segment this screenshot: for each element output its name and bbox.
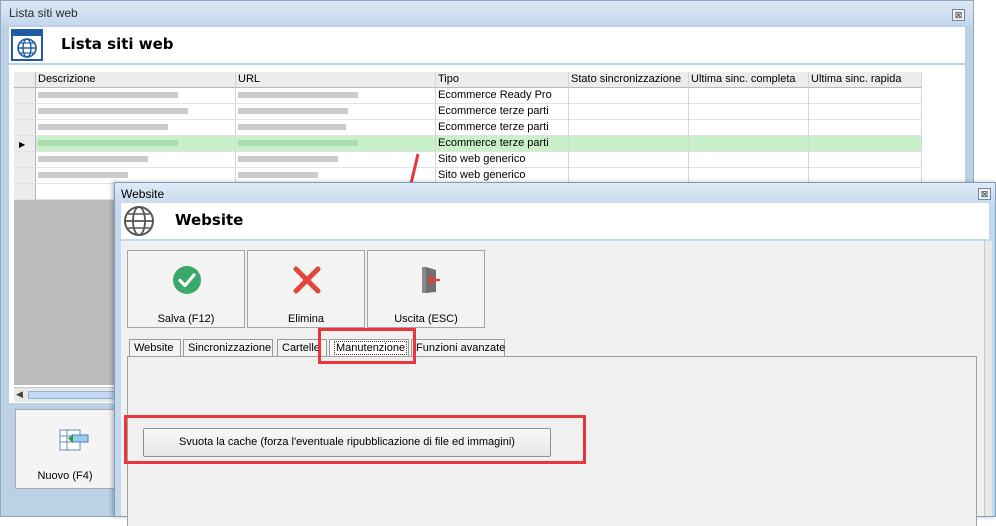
website-title: Website (175, 211, 244, 229)
exit-button-label: Uscita (ESC) (394, 313, 458, 325)
table-row-selected[interactable]: ▶ Ecommerce terze parti (14, 136, 922, 152)
website-dialog: Website ⊠ Website Salva (F12) Elimina Us… (114, 182, 996, 526)
scrollbar-thumb[interactable] (28, 391, 120, 399)
col-ultima-sinc-completa[interactable]: Ultima sinc. completa (689, 72, 809, 88)
globe-icon (124, 206, 154, 236)
row-tipo: Ecommerce terze parti (436, 104, 569, 120)
scroll-left-icon[interactable]: ◀ (16, 389, 23, 400)
website-window-title: Website (121, 187, 165, 201)
col-tipo[interactable]: Tipo (436, 72, 569, 88)
site-list-window-title: Lista siti web (9, 6, 78, 20)
current-row-icon: ▶ (19, 140, 26, 149)
row-tipo: Ecommerce terze parti (436, 120, 569, 136)
col-url[interactable]: URL (236, 72, 436, 88)
tab-sincronizzazione[interactable]: Sincronizzazione (183, 339, 273, 357)
exit-door-icon (422, 267, 440, 293)
row-tipo: Ecommerce terze parti (436, 136, 569, 152)
table-row[interactable]: Ecommerce Ready Pro (14, 88, 922, 104)
col-stato-sincronizzazione[interactable]: Stato sincronizzazione (569, 72, 689, 88)
new-button-label: Nuovo (F4) (37, 470, 93, 482)
row-tipo: Sito web generico (436, 152, 569, 168)
grid-header-row: Descrizione URL Tipo Stato sincronizzazi… (14, 72, 922, 88)
row-tipo: Ecommerce Ready Pro (436, 88, 569, 104)
save-button[interactable]: Salva (F12) (127, 250, 245, 328)
tab-website[interactable]: Website (129, 339, 181, 357)
website-body: Salva (F12) Elimina Uscita (ESC) Website… (121, 241, 992, 526)
table-row[interactable]: Sito web generico (14, 152, 922, 168)
exit-button[interactable]: Uscita (ESC) (367, 250, 485, 328)
website-header: Website (121, 203, 989, 239)
highlight-cache-button (124, 415, 586, 464)
table-row[interactable]: Ecommerce terze parti (14, 104, 922, 120)
website-titlebar: Website ⊠ (115, 183, 995, 203)
col-ultima-sinc-rapida[interactable]: Ultima sinc. rapida (809, 72, 922, 88)
site-list-close-icon[interactable]: ⊠ (952, 9, 965, 21)
new-record-icon (59, 429, 89, 451)
vertical-scrollbar[interactable] (984, 241, 992, 516)
col-descrizione[interactable]: Descrizione (36, 72, 236, 88)
highlight-manutenzione-tab (318, 328, 416, 364)
table-row[interactable]: Ecommerce terze parti (14, 120, 922, 136)
close-icon[interactable]: ⊠ (978, 188, 991, 200)
site-list-titlebar: Lista siti web ⊠ (1, 1, 973, 25)
check-circle-icon (173, 266, 201, 294)
horizontal-scrollbar[interactable]: ◀ (14, 387, 122, 402)
grid-corner (14, 72, 36, 88)
site-list-header: Lista siti web (9, 27, 965, 63)
delete-button[interactable]: Elimina (247, 250, 365, 328)
grid-empty-area (14, 200, 122, 385)
tab-funzioni-avanzate[interactable]: Funzioni avanzate (411, 339, 505, 357)
new-button[interactable]: Nuovo (F4) (15, 409, 115, 489)
x-icon (293, 266, 321, 294)
delete-button-label: Elimina (287, 313, 325, 325)
globe-icon (11, 29, 43, 61)
site-list-title: Lista siti web (61, 35, 174, 53)
save-button-label: Salva (F12) (157, 313, 215, 325)
